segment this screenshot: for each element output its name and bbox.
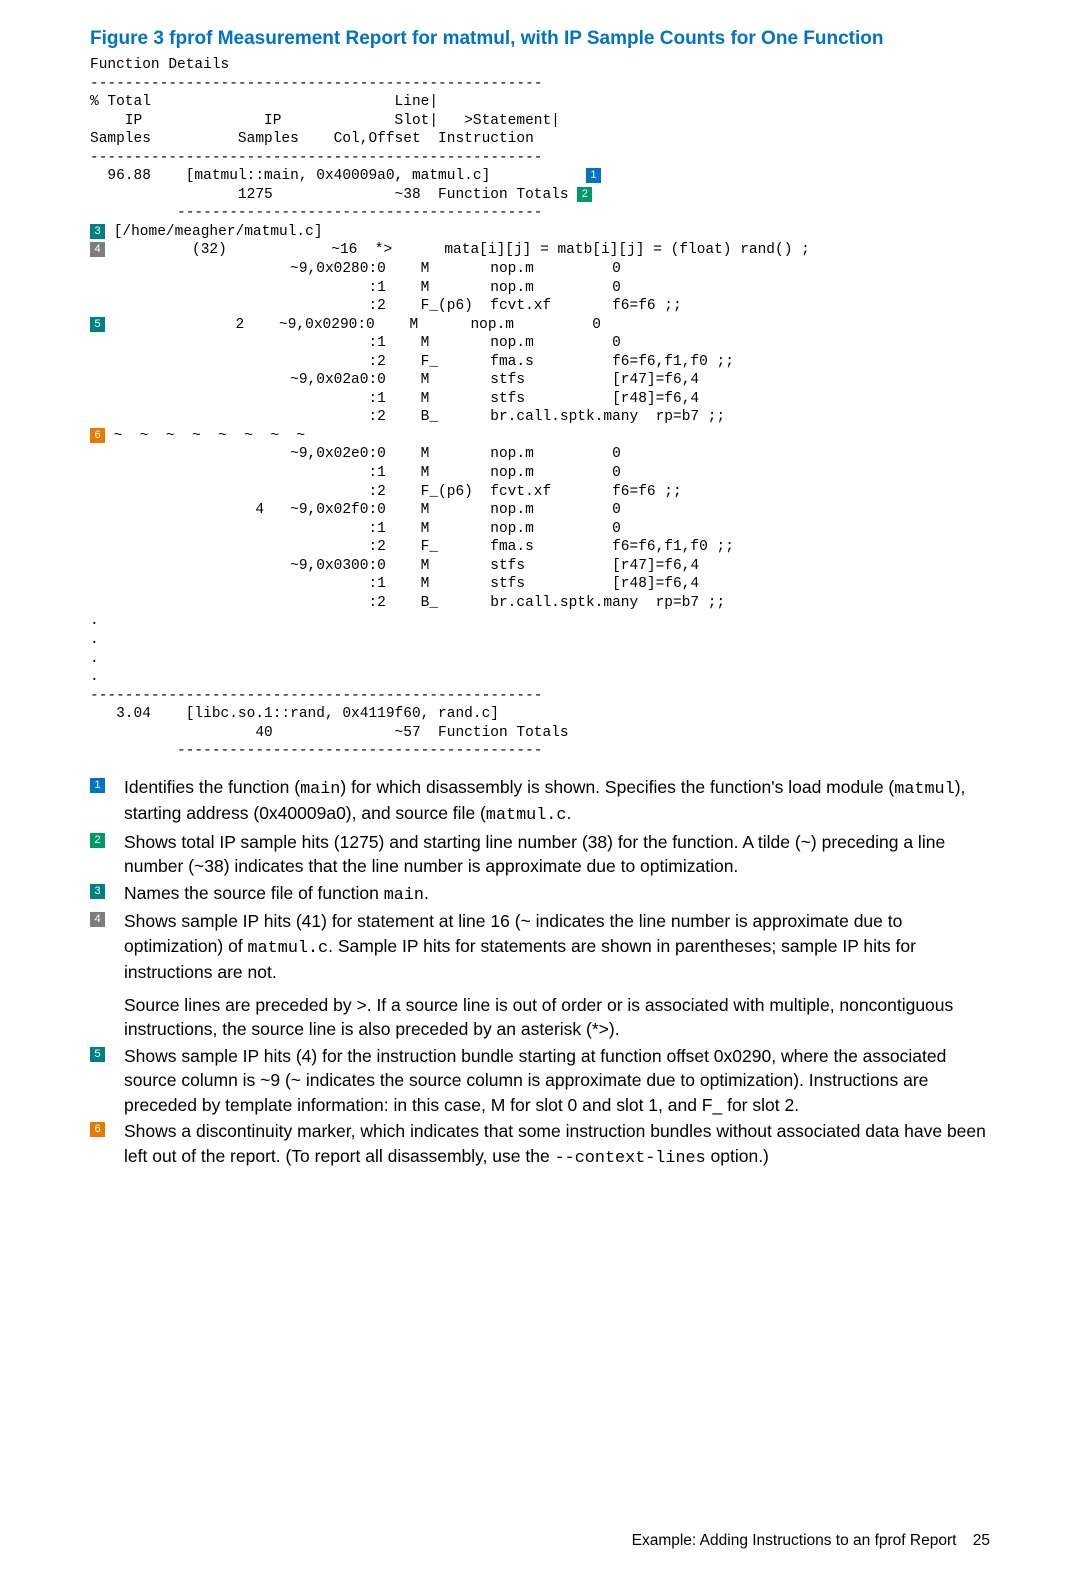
report-line: :2 B_ br.call.sptk.many rp=b7 ;; [90,409,725,425]
report-line: ----------------------------------------… [90,205,542,221]
note-3: 3 Names the source file of function main… [124,881,990,908]
callout-4-inline: 4 [90,242,105,257]
report-line: . [90,651,99,667]
report-line: (32) ~16 *> mata[i][j] = matb[i][j] = (f… [105,242,810,258]
callout-1-inline: 1 [586,168,601,183]
callout-6-inline: 6 [90,428,105,443]
report-line: ----------------------------------------… [90,150,542,166]
note-text: . [566,803,571,823]
callout-3: 3 [90,884,105,899]
callout-4: 4 [90,912,105,927]
report-line: Function Details [90,57,229,73]
note-text: Identifies the function ( [124,777,300,797]
note-text: option.) [706,1146,769,1166]
note-2: 2 Shows total IP sample hits (1275) and … [124,830,990,879]
report-line: :2 F_ fma.s f6=f6,f1,f0 ;; [90,539,734,555]
note-text: . [424,883,429,903]
report-line: :1 M nop.m 0 [90,521,621,537]
report-line: ~9,0x02a0:0 M stfs [r47]=f6,4 [90,372,699,388]
note-text: Names the source file of function [124,883,384,903]
report-line: :2 B_ br.call.sptk.many rp=b7 ;; [90,595,725,611]
note-text: ) for which disassembly is shown. Specif… [340,777,894,797]
note-5: 5 Shows sample IP hits (4) for the instr… [124,1044,990,1118]
note-text: Source lines are preceded by >. If a sou… [124,993,990,1042]
notes-list: 1 Identifies the function (main) for whi… [90,775,990,1171]
report-line: % Total Line| [90,94,438,110]
report-line: [/home/meagher/matmul.c] [105,224,323,240]
code-matmul-c: matmul.c [486,806,567,825]
code-main: main [384,886,424,905]
report-line: 1275 ~38 Function Totals [90,187,577,203]
callout-3-inline: 3 [90,224,105,239]
code-main: main [300,780,340,799]
report-line: . [90,632,99,648]
report-line: :2 F_ fma.s f6=f6,f1,f0 ;; [90,354,734,370]
page-footer: Example: Adding Instructions to an fprof… [90,1510,990,1550]
report-block: Function Details -----------------------… [90,56,990,761]
footer-text: Example: Adding Instructions to an fprof… [632,1532,957,1549]
report-line: ----------------------------------------… [90,743,542,759]
page-number: 25 [973,1532,990,1549]
callout-2: 2 [90,833,105,848]
callout-2-inline: 2 [577,187,592,202]
callout-6: 6 [90,1122,105,1137]
report-line: 3.04 [libc.so.1::rand, 0x4119f60, rand.c… [90,706,499,722]
note-1: 1 Identifies the function (main) for whi… [124,775,990,828]
report-line: 40 ~57 Function Totals [90,725,569,741]
note-4: 4 Shows sample IP hits (41) for statemen… [124,909,990,1042]
report-line: ~9,0x0300:0 M stfs [r47]=f6,4 [90,558,699,574]
report-line: . [90,669,99,685]
report-line: :1 M nop.m 0 [90,280,621,296]
report-line: :1 M stfs [r48]=f6,4 [90,576,699,592]
report-line: ~ ~ ~ ~ ~ ~ ~ ~ [105,428,305,444]
report-line: 96.88 [matmul::main, 0x40009a0, matmul.c… [90,168,586,184]
callout-1: 1 [90,778,105,793]
code-context-lines: --context-lines [555,1149,706,1168]
report-line: 4 ~9,0x02f0:0 M nop.m 0 [90,502,621,518]
note-6: 6 Shows a discontinuity marker, which in… [124,1119,990,1170]
report-line: IP IP Slot| >Statement| [90,113,560,129]
report-line: :1 M nop.m 0 [90,335,621,351]
report-line: ----------------------------------------… [90,688,542,704]
report-line: 2 ~9,0x0290:0 M nop.m 0 [105,317,601,333]
report-line: :2 F_(p6) fcvt.xf f6=f6 ;; [90,298,682,314]
note-text: Shows sample IP hits (4) for the instruc… [124,1044,990,1118]
report-line: . [90,613,99,629]
report-line: :1 M stfs [r48]=f6,4 [90,391,699,407]
code-matmul: matmul [894,780,954,799]
figure-title: Figure 3 fprof Measurement Report for ma… [90,28,990,50]
note-text: Shows total IP sample hits (1275) and st… [124,830,990,879]
report-line: ----------------------------------------… [90,76,542,92]
report-line: ~9,0x02e0:0 M nop.m 0 [90,446,621,462]
code-matmul-c: matmul.c [248,939,329,958]
report-line: :2 F_(p6) fcvt.xf f6=f6 ;; [90,484,682,500]
report-line: ~9,0x0280:0 M nop.m 0 [90,261,621,277]
callout-5: 5 [90,1047,105,1062]
report-line: :1 M nop.m 0 [90,465,621,481]
callout-5-inline: 5 [90,317,105,332]
report-line: Samples Samples Col,Offset Instruction [90,131,534,147]
